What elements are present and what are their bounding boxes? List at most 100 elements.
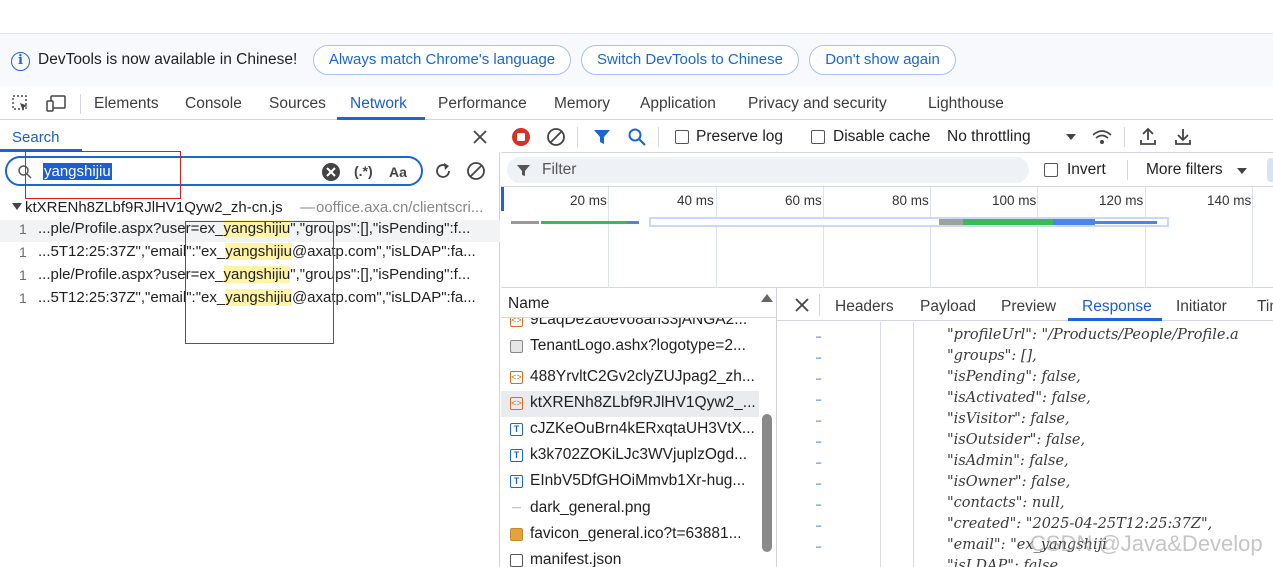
gridline xyxy=(716,187,717,288)
timeline-start-marker xyxy=(501,187,504,211)
refresh-icon[interactable] xyxy=(433,161,453,181)
divider xyxy=(577,127,578,147)
disable-cache-checkbox[interactable] xyxy=(811,130,825,144)
close-icon[interactable] xyxy=(472,129,488,145)
annotation-box xyxy=(185,221,334,344)
throttling-select[interactable]: No throttling xyxy=(947,128,1031,146)
result-file-name: ktXRENh8ZLbf9RJlHV1Qyw2_zh-cn.js xyxy=(25,199,283,216)
script-icon: <> xyxy=(510,318,523,327)
device-toolbar-icon[interactable] xyxy=(45,94,67,114)
request-name: dark_general.png xyxy=(530,499,651,516)
search-panel-title[interactable]: Search xyxy=(12,129,60,146)
expand-arrow-icon xyxy=(12,203,22,210)
timeline-bar xyxy=(939,219,963,225)
code-line: "isLDAP": false xyxy=(947,558,1059,567)
tab-console[interactable]: Console xyxy=(185,95,242,113)
request-name: manifest.json xyxy=(530,551,622,567)
diff-marker: – xyxy=(815,435,823,449)
search-panel-header: Search xyxy=(0,120,500,152)
watermark: CSDN @Java&Develop xyxy=(1030,531,1263,556)
clear-search-icon[interactable] xyxy=(321,162,341,182)
diff-marker: – xyxy=(815,393,823,407)
manifest-icon xyxy=(510,554,523,567)
request-name: 488YrvltC2Gv2clyZUJpag2_zh... xyxy=(530,368,755,385)
request-row[interactable]: — dark_general.png xyxy=(501,496,759,522)
more-filters-dropdown[interactable]: More filters xyxy=(1146,161,1223,179)
clear-results-icon[interactable] xyxy=(466,161,486,181)
export-har-icon[interactable] xyxy=(1173,126,1193,146)
regex-toggle[interactable]: (.*) xyxy=(354,163,373,179)
tab-elements[interactable]: Elements xyxy=(94,95,159,113)
tab-headers[interactable]: Headers xyxy=(835,298,894,316)
import-har-icon[interactable] xyxy=(1138,126,1158,146)
timeline-tick: 100 ms xyxy=(992,193,1037,208)
request-row[interactable]: <> 488YrvltC2Gv2clyZUJpag2_zh... xyxy=(501,365,759,391)
main-tab-bar: Elements Console Sources Network Perform… xyxy=(0,86,1273,120)
record-stop-icon[interactable] xyxy=(511,127,531,147)
dont-show-again-button[interactable]: Don't show again xyxy=(809,45,956,75)
line-number: 1 xyxy=(19,221,27,237)
filter-input[interactable]: Filter xyxy=(507,157,1029,183)
filter-icon[interactable] xyxy=(593,128,611,146)
document-icon: T xyxy=(510,449,523,462)
gridline xyxy=(1037,187,1038,288)
diff-marker: – xyxy=(815,456,823,470)
tab-timing[interactable]: Tim xyxy=(1257,298,1273,316)
preserve-log-checkbox[interactable] xyxy=(675,130,689,144)
request-row[interactable]: <> 9LaqDe2aoevo8an33jANGA2... xyxy=(501,318,759,334)
search-result-file[interactable]: ktXRENh8ZLbf9RJlHV1Qyw2_zh-cn.js — ooffi… xyxy=(0,198,500,220)
always-match-language-button[interactable]: Always match Chrome's language xyxy=(313,45,571,75)
line-number: 1 xyxy=(19,290,27,306)
switch-to-chinese-button[interactable]: Switch DevTools to Chinese xyxy=(581,45,799,75)
request-row[interactable]: TcJZKeOuBrn4kERxqtaUH3VtX... xyxy=(501,417,759,443)
code-line: "isOutsider": false, xyxy=(947,432,1086,448)
script-icon: <> xyxy=(510,371,523,384)
divider xyxy=(1127,160,1128,180)
gridline xyxy=(1145,187,1146,288)
tab-initiator[interactable]: Initiator xyxy=(1176,298,1227,316)
tab-payload[interactable]: Payload xyxy=(920,298,976,316)
divider xyxy=(819,294,820,316)
tab-privacy-security[interactable]: Privacy and security xyxy=(748,95,887,113)
name-column-header[interactable]: Name xyxy=(508,295,549,313)
tab-preview[interactable]: Preview xyxy=(1001,298,1056,316)
inspect-element-icon[interactable] xyxy=(11,94,31,114)
close-icon[interactable] xyxy=(795,298,809,312)
tab-lighthouse[interactable]: Lighthouse xyxy=(928,95,1004,113)
request-row[interactable]: manifest.json xyxy=(501,548,759,567)
code-line: "isVisitor": false, xyxy=(947,411,1070,427)
request-row[interactable]: TenantLogo.ashx?logotype=2... xyxy=(501,334,759,360)
request-type-chip[interactable] xyxy=(1267,158,1273,182)
invert-label: Invert xyxy=(1067,161,1106,178)
request-row-selected[interactable]: <> ktXRENh8ZLbf9RJlHV1Qyw2_... xyxy=(501,391,759,417)
info-icon: i xyxy=(11,52,30,71)
code-line: "isActivated": false, xyxy=(947,390,1091,406)
gutter-divider xyxy=(880,322,881,567)
tab-application[interactable]: Application xyxy=(640,95,716,113)
clear-log-icon[interactable] xyxy=(546,127,566,147)
invert-checkbox[interactable] xyxy=(1044,163,1058,177)
tab-network[interactable]: Network xyxy=(350,95,407,113)
filter-icon xyxy=(517,165,530,176)
search-icon[interactable] xyxy=(627,127,647,147)
match-case-toggle[interactable]: Aa xyxy=(389,164,407,180)
timeline-tick: 40 ms xyxy=(677,193,714,208)
request-name: favicon_general.ico?t=63881... xyxy=(530,525,742,542)
diff-marker: – xyxy=(815,477,823,491)
request-row[interactable]: Tk3k702ZOKiLJc3WVjuplzOgd... xyxy=(501,443,759,469)
scrollbar-thumb[interactable] xyxy=(762,414,772,552)
request-row[interactable]: T EInbV5DfGHOiMmvb1Xr-hug... xyxy=(501,469,759,495)
diff-marker: – xyxy=(815,414,823,428)
code-line: "groups": [], xyxy=(947,348,1037,364)
tab-memory[interactable]: Memory xyxy=(554,95,610,113)
scroll-up-icon[interactable] xyxy=(761,294,773,302)
diff-marker: – xyxy=(815,519,823,533)
document-icon: T xyxy=(510,475,523,488)
tab-response[interactable]: Response xyxy=(1082,298,1152,316)
tab-sources[interactable]: Sources xyxy=(269,95,326,113)
network-conditions-icon[interactable] xyxy=(1091,127,1113,147)
request-row[interactable]: favicon_general.ico?t=63881... xyxy=(501,522,759,548)
code-line: "isOwner": false, xyxy=(947,474,1071,490)
request-name: EInbV5DfGHOiMmvb1Xr-hug... xyxy=(530,472,746,489)
tab-performance[interactable]: Performance xyxy=(438,95,527,113)
